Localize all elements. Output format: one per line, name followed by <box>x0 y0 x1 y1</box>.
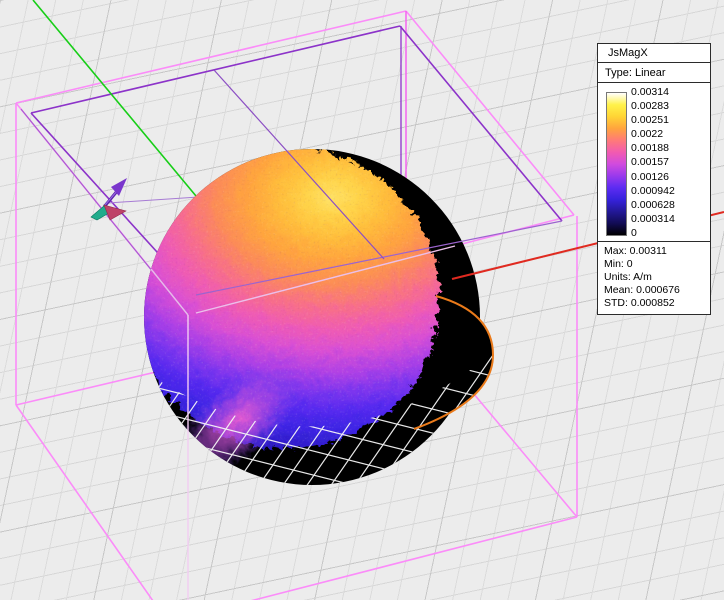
inner-box-top-back-right-edge <box>400 26 562 221</box>
tick-label: 0.00283 <box>631 100 709 112</box>
box-bottom-front-left-edge <box>16 405 188 600</box>
tick-label: 0.00126 <box>631 171 709 183</box>
colorbar-tick-labels: 0.00314 0.00283 0.00251 0.0022 0.00188 0… <box>631 86 709 239</box>
y-axis-line <box>33 0 196 196</box>
box-top-back-left-edge <box>16 11 406 103</box>
stat-std: STD: 0.000852 <box>604 297 710 310</box>
tick-label: 0.00188 <box>631 142 709 154</box>
stat-max: Max: 0.00311 <box>604 245 710 258</box>
tick-label: 0.00157 <box>631 156 709 168</box>
tick-label: 0.000628 <box>631 199 709 211</box>
colorbar <box>606 92 627 236</box>
legend-scale-type: Type: Linear <box>597 62 711 83</box>
3d-viewport[interactable]: JsMagX Type: Linear 0.00314 0.00283 0.00… <box>0 0 724 600</box>
stat-mean: Mean: 0.000676 <box>604 284 710 297</box>
tick-label: 0.000942 <box>631 185 709 197</box>
tick-label: 0.0022 <box>631 128 709 140</box>
inner-box-top-back-left-edge <box>31 26 400 113</box>
stat-min: Min: 0 <box>604 258 710 271</box>
triad-x-arrow-icon <box>104 205 126 220</box>
legend-stats-section: Max: 0.00311 Min: 0 Units: A/m Mean: 0.0… <box>597 241 711 315</box>
tick-label: 0.000314 <box>631 213 709 225</box>
box-bottom-front-right-edge <box>188 517 577 600</box>
tick-label: 0 <box>631 227 709 239</box>
legend-colorbar-section: 0.00314 0.00283 0.00251 0.0022 0.00188 0… <box>597 82 711 242</box>
mesh-speckle-dark <box>129 144 437 446</box>
color-legend[interactable]: JsMagX Type: Linear 0.00314 0.00283 0.00… <box>597 43 711 315</box>
tick-label: 0.00314 <box>631 86 709 98</box>
box-top-back-right-edge <box>406 11 574 215</box>
legend-quantity-title: JsMagX <box>597 43 711 63</box>
tick-label: 0.00251 <box>631 114 709 126</box>
stat-units: Units: A/m <box>604 271 710 284</box>
